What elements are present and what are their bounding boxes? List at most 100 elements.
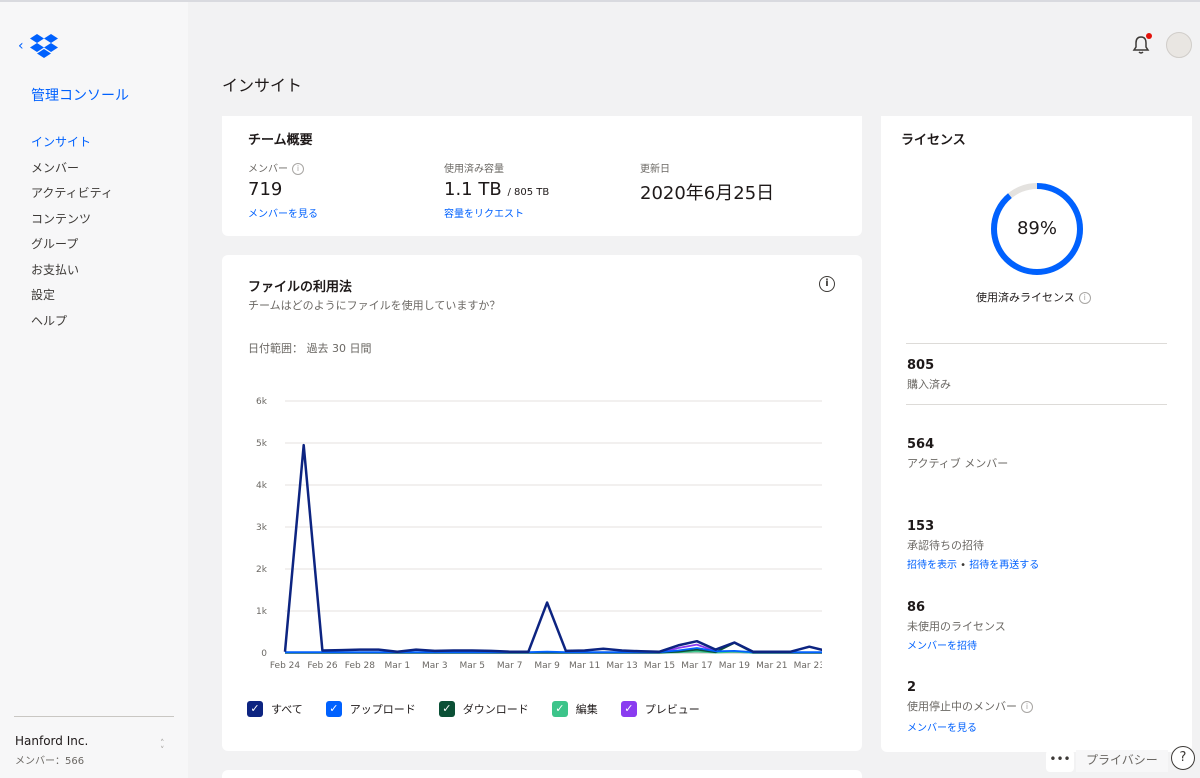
sidebar-item-activity[interactable]: アクティビティ bbox=[31, 185, 113, 211]
x-tick-label: Mar 17 bbox=[681, 661, 712, 671]
license-percent: 89% bbox=[1016, 218, 1057, 239]
resend-invites-link[interactable]: 招待を再送する bbox=[969, 560, 1039, 571]
info-icon[interactable]: i bbox=[1021, 701, 1033, 713]
sidebar-item-settings[interactable]: 設定 bbox=[31, 287, 113, 313]
checkbox-checked-icon[interactable]: ✓ bbox=[325, 701, 342, 717]
x-tick-label: Feb 26 bbox=[307, 661, 338, 671]
help-button[interactable]: ? bbox=[1171, 746, 1195, 770]
legend-item[interactable]: ✓ 編集 bbox=[551, 701, 598, 717]
x-tick-label: Mar 7 bbox=[497, 661, 523, 671]
x-tick-label: Mar 9 bbox=[534, 661, 560, 671]
info-icon[interactable]: i bbox=[292, 163, 304, 175]
org-name[interactable]: Hanford Inc. bbox=[15, 734, 88, 748]
sidebar-item-help[interactable]: ヘルプ bbox=[31, 313, 113, 339]
license-title: ライセンス bbox=[901, 133, 966, 148]
checkbox-checked-icon[interactable]: ✓ bbox=[551, 701, 568, 717]
members-label: メンバー i bbox=[248, 160, 304, 175]
storage-total: / 805 TB bbox=[507, 187, 550, 198]
date-range-label[interactable]: 日付範囲： 過去 30 日間 bbox=[248, 340, 372, 356]
privacy-button[interactable]: プライバシー bbox=[1076, 750, 1168, 772]
legend-label: ダウンロード bbox=[462, 703, 529, 716]
updated-value: 2020年6月25日 bbox=[640, 183, 775, 204]
x-tick-label: Feb 28 bbox=[345, 661, 376, 671]
x-tick-label: Mar 21 bbox=[756, 661, 787, 671]
storage-label: 使用済み容量 bbox=[444, 164, 504, 175]
legend-label: プレビュー bbox=[644, 703, 700, 716]
license-divider bbox=[906, 404, 1167, 405]
legend-item[interactable]: ✓ すべて bbox=[247, 701, 303, 717]
file-usage-chart: 0 1k 2k 3k 4k 5k 6k Feb 24 Feb 26 Feb 28 Mar 1 Mar … bbox=[256, 397, 822, 671]
unused-licenses-label: 未使用のライセンス bbox=[907, 620, 1006, 633]
series-line-1 bbox=[283, 443, 822, 653]
view-suspended-members-link[interactable]: メンバーを見る bbox=[907, 719, 977, 734]
suspended-members-label: 使用停止中のメンバー i bbox=[907, 698, 1033, 714]
info-icon[interactable]: i bbox=[819, 276, 835, 292]
x-tick-label: Mar 5 bbox=[459, 661, 485, 671]
view-invites-link[interactable]: 招待を表示 bbox=[907, 560, 957, 571]
link-separator: • bbox=[957, 560, 970, 571]
x-tick-label: Mar 19 bbox=[719, 661, 751, 671]
sidebar-item-insights[interactable]: インサイト bbox=[31, 134, 113, 160]
invite-members-link[interactable]: メンバーを招待 bbox=[907, 637, 977, 652]
sidebar-divider bbox=[14, 716, 174, 717]
org-member-count: メンバー：566 bbox=[15, 756, 85, 767]
x-tick-label: Mar 15 bbox=[644, 661, 675, 671]
purchased-label: 購入済み bbox=[907, 378, 951, 391]
legend-item[interactable]: ✓ ダウンロード bbox=[438, 701, 529, 717]
y-tick-label: 4k bbox=[256, 481, 268, 491]
team-summary-title: チーム概要 bbox=[248, 133, 313, 148]
invite-links: 招待を表示 • 招待を再送する bbox=[907, 556, 1039, 571]
unused-licenses-count: 86 bbox=[907, 600, 926, 615]
y-tick-label: 1k bbox=[256, 607, 268, 617]
y-tick-label: 2k bbox=[256, 565, 268, 575]
y-tick-label: 3k bbox=[256, 523, 268, 533]
dropbox-logo-icon[interactable] bbox=[30, 34, 58, 58]
x-tick-label: Mar 11 bbox=[569, 661, 600, 671]
y-tick-label: 0 bbox=[261, 649, 267, 659]
file-usage-subtitle: チームはどのようにファイルを使用していますか？ bbox=[248, 299, 501, 312]
legend-label: すべて bbox=[271, 703, 303, 716]
storage-value: 1.1 TB / 805 TB bbox=[444, 179, 550, 200]
purchased-count: 805 bbox=[907, 358, 935, 373]
checkbox-checked-icon[interactable]: ✓ bbox=[438, 701, 455, 717]
x-tick-label: Mar 3 bbox=[422, 661, 448, 671]
license-ring-label: 使用済みライセンス i bbox=[976, 289, 1091, 305]
y-tick-label: 5k bbox=[256, 439, 268, 449]
console-title[interactable]: 管理コンソール bbox=[31, 85, 129, 105]
y-tick-label: 6k bbox=[256, 397, 268, 407]
sidebar: ‹ 管理コンソール インサイト メンバー アクティビティ コンテンツ グループ … bbox=[0, 2, 188, 778]
request-storage-link[interactable]: 容量をリクエスト bbox=[444, 205, 524, 220]
back-chevron-icon[interactable]: ‹ bbox=[18, 38, 24, 54]
avatar[interactable] bbox=[1166, 32, 1192, 58]
active-members-label: アクティブ メンバー bbox=[907, 457, 1009, 470]
chart-legend: ✓ すべて ✓ アップロード ✓ ダウンロード ✓ 編集 ✓ プレビュー bbox=[247, 701, 723, 717]
x-tick-label: Feb 24 bbox=[270, 661, 301, 671]
sidebar-item-members[interactable]: メンバー bbox=[31, 160, 113, 186]
pending-invites-label: 承認待ちの招待 bbox=[907, 539, 984, 552]
legend-label: 編集 bbox=[575, 703, 598, 716]
license-divider bbox=[906, 343, 1167, 344]
file-usage-card: ファイルの利用法 チームはどのようにファイルを使用していますか？ i 日付範囲：… bbox=[222, 255, 862, 751]
members-value: 719 bbox=[248, 179, 283, 200]
updated-label: 更新日 bbox=[640, 164, 670, 175]
x-tick-label: Mar 1 bbox=[385, 661, 411, 671]
license-card: ライセンス 89% 使用済みライセンス i 805 購入済み 564 アクティブ … bbox=[881, 116, 1192, 752]
view-members-link[interactable]: メンバーを見る bbox=[248, 205, 318, 220]
pending-invites-count: 153 bbox=[907, 519, 935, 534]
org-switcher-icon[interactable]: ˄ ˅ bbox=[160, 740, 165, 756]
info-icon[interactable]: i bbox=[1078, 292, 1091, 304]
suspended-members-count: 2 bbox=[907, 680, 917, 695]
more-options-button[interactable]: ••• bbox=[1046, 750, 1074, 772]
sidebar-nav: インサイト メンバー アクティビティ コンテンツ グループ お支払い 設定 ヘル… bbox=[31, 134, 113, 338]
x-tick-label: Mar 13 bbox=[606, 661, 637, 671]
sidebar-item-groups[interactable]: グループ bbox=[31, 236, 113, 262]
team-summary-card: チーム概要 メンバー i 719 メンバーを見る 使用済み容量 1.1 TB / … bbox=[222, 116, 862, 236]
checkbox-checked-icon[interactable]: ✓ bbox=[620, 701, 637, 717]
file-usage-title: ファイルの利用法 bbox=[248, 280, 353, 295]
sidebar-item-billing[interactable]: お支払い bbox=[31, 262, 113, 288]
sidebar-item-content[interactable]: コンテンツ bbox=[31, 211, 113, 237]
legend-item[interactable]: ✓ アップロード bbox=[325, 701, 416, 717]
notification-badge bbox=[1146, 33, 1152, 39]
checkbox-checked-icon[interactable]: ✓ bbox=[247, 701, 263, 717]
legend-item[interactable]: ✓ プレビュー bbox=[620, 701, 700, 717]
